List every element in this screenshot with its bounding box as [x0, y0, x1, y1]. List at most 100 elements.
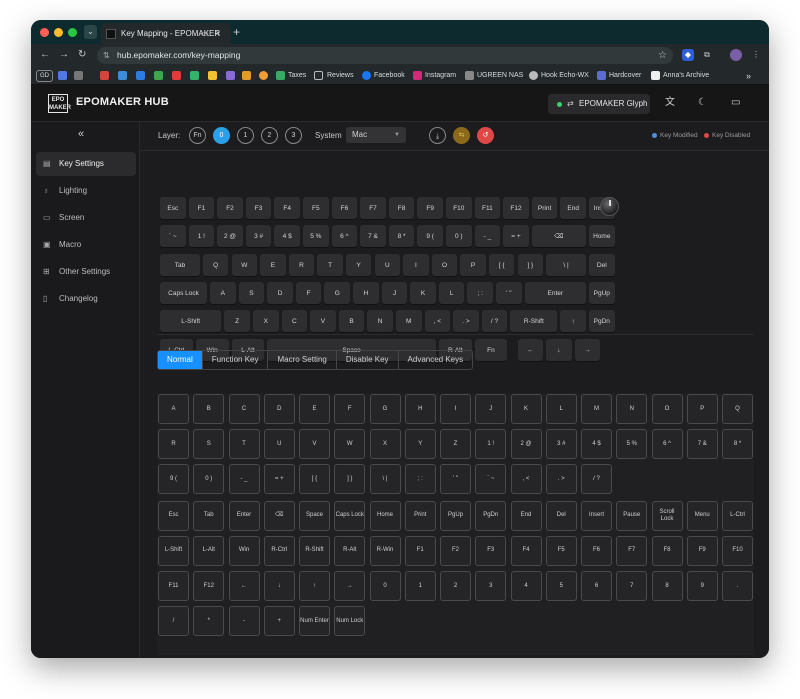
bookmark-icon[interactable]	[118, 71, 127, 80]
keyboard-key[interactable]: 9 (	[417, 225, 443, 247]
gmail-icon[interactable]	[100, 71, 109, 80]
picker-key[interactable]: ; :	[404, 464, 436, 495]
keyboard-key[interactable]: J	[381, 282, 408, 304]
keyboard-key[interactable]: ; :	[467, 282, 494, 304]
picker-key[interactable]: 2	[440, 571, 471, 601]
keyboard-key[interactable]: F12	[503, 197, 529, 219]
picker-key[interactable]: Menu	[686, 500, 718, 531]
keyboard-key[interactable]: = +	[503, 225, 529, 247]
translate-icon[interactable]: 文	[665, 96, 675, 110]
keyboard-key[interactable]: R-Shift	[510, 310, 558, 332]
picker-key[interactable]: Del	[545, 500, 577, 531]
keyboard-key[interactable]: ↑	[560, 310, 586, 332]
picker-key[interactable]: F9	[686, 535, 718, 566]
picker-key[interactable]: R-Ctrl	[263, 535, 295, 566]
keyboard-key[interactable]: X	[252, 310, 279, 332]
picker-key[interactable]: O	[651, 394, 683, 424]
picker-key[interactable]: Tab	[193, 500, 225, 531]
keyboard-key[interactable]: / ?	[481, 310, 508, 332]
picker-key[interactable]: A	[158, 394, 189, 424]
picker-key[interactable]: 6 ^	[651, 429, 683, 460]
keyboard-key[interactable]: C	[281, 310, 308, 332]
picker-key[interactable]: F4	[510, 535, 542, 566]
bookmark-icon[interactable]	[226, 71, 235, 80]
keyboard-key[interactable]: - _	[474, 225, 501, 247]
picker-key[interactable]: H	[404, 394, 436, 424]
picker-key[interactable]: →	[334, 571, 366, 601]
keyboard-key[interactable]: 5 %	[303, 225, 329, 247]
device-selector[interactable]: ⇄ EPOMAKER Glyph	[548, 94, 650, 114]
picker-key[interactable]: 8 *	[722, 429, 753, 460]
bookmark-reviews[interactable]: Reviews	[327, 67, 353, 85]
keyboard-key[interactable]: ] }	[517, 254, 544, 276]
picker-key[interactable]: \ |	[369, 464, 401, 495]
picker-key[interactable]: Win	[228, 535, 260, 566]
picker-key[interactable]: Pause	[616, 500, 648, 531]
picker-key[interactable]: T	[228, 429, 260, 460]
tab-audio-icon[interactable]: ▭	[201, 23, 209, 44]
bookmark-icon[interactable]	[136, 71, 145, 80]
keyboard-key[interactable]: E	[260, 254, 286, 276]
picker-key[interactable]: , <	[510, 464, 542, 495]
picker-key[interactable]: Home	[369, 500, 401, 531]
picker-key[interactable]: Num Enter	[299, 606, 330, 637]
picker-key[interactable]: R-Shift	[299, 535, 330, 566]
picker-key[interactable]: . >	[545, 464, 577, 495]
picker-key[interactable]: Scroll Lock	[651, 500, 683, 531]
picker-key[interactable]: 1	[404, 571, 436, 601]
picker-key[interactable]: Print	[404, 500, 436, 531]
close-window-button[interactable]	[40, 28, 49, 37]
picker-key[interactable]: R	[158, 429, 189, 460]
tab-search-icon[interactable]: ⌄	[84, 25, 97, 39]
picker-key[interactable]: Insert	[581, 500, 612, 531]
picker-key[interactable]: 5 %	[616, 429, 648, 460]
picker-key[interactable]: *	[193, 606, 225, 637]
keyboard-key[interactable]: Del	[589, 254, 615, 276]
picker-key[interactable]: 3 #	[545, 429, 577, 460]
picker-key[interactable]: Num Lock	[334, 606, 366, 637]
picker-key[interactable]: 6	[581, 571, 612, 601]
picker-key[interactable]: V	[299, 429, 330, 460]
picker-key[interactable]: .	[722, 571, 753, 601]
youtube-icon[interactable]	[172, 71, 181, 80]
chart-icon[interactable]	[242, 71, 251, 80]
picker-key[interactable]: Y	[404, 429, 436, 460]
picker-key[interactable]: F6	[581, 535, 612, 566]
keyboard-key[interactable]: 1 !	[188, 225, 215, 247]
picker-key[interactable]: ↓	[263, 571, 295, 601]
keyboard-key[interactable]: F5	[303, 197, 329, 219]
picker-key[interactable]: - _	[228, 464, 260, 495]
message-icon[interactable]: ▭	[731, 96, 740, 110]
layer-button-0[interactable]: 0	[213, 127, 230, 144]
back-icon[interactable]: ←	[40, 48, 50, 62]
keyboard-key[interactable]: →	[574, 339, 601, 361]
picker-key[interactable]: 4	[510, 571, 542, 601]
keyboard-key[interactable]: Esc	[160, 197, 186, 219]
picker-key[interactable]: Z	[440, 429, 471, 460]
keyboard-key[interactable]: 8 *	[388, 225, 415, 247]
layer-button-1[interactable]: 1	[237, 127, 254, 144]
tab-advanced-keys[interactable]: Advanced Keys	[399, 351, 473, 369]
picker-key[interactable]: F11	[158, 571, 189, 601]
keyboard-key[interactable]: 7 &	[360, 225, 386, 247]
picker-key[interactable]: M	[581, 394, 612, 424]
picker-key[interactable]: W	[334, 429, 366, 460]
picker-key[interactable]: 9	[686, 571, 718, 601]
picker-key[interactable]: K	[510, 394, 542, 424]
keyboard-key[interactable]: ←	[517, 339, 544, 361]
picker-key[interactable]: J	[475, 394, 507, 424]
keyboard-key[interactable]: U	[374, 254, 401, 276]
keyboard-key[interactable]: O	[431, 254, 458, 276]
browser-tab[interactable]: Key Mapping - EPOMAKER ▭ ×	[101, 23, 231, 44]
picker-key[interactable]: F	[334, 394, 366, 424]
picker-key[interactable]: F10	[722, 535, 753, 566]
picker-key[interactable]: [ {	[299, 464, 330, 495]
sidebar-item-macro[interactable]: ▣ Macro	[36, 233, 136, 257]
tab-macro-setting[interactable]: Macro Setting	[268, 351, 337, 369]
import-icon[interactable]: ⤓	[429, 127, 446, 144]
picker-key[interactable]: ] }	[334, 464, 366, 495]
picker-key[interactable]: +	[263, 606, 295, 637]
keyboard-key[interactable]: End	[560, 197, 586, 219]
picker-key[interactable]: R-Win	[369, 535, 401, 566]
bookmark-instagram[interactable]: Instagram	[425, 67, 456, 85]
